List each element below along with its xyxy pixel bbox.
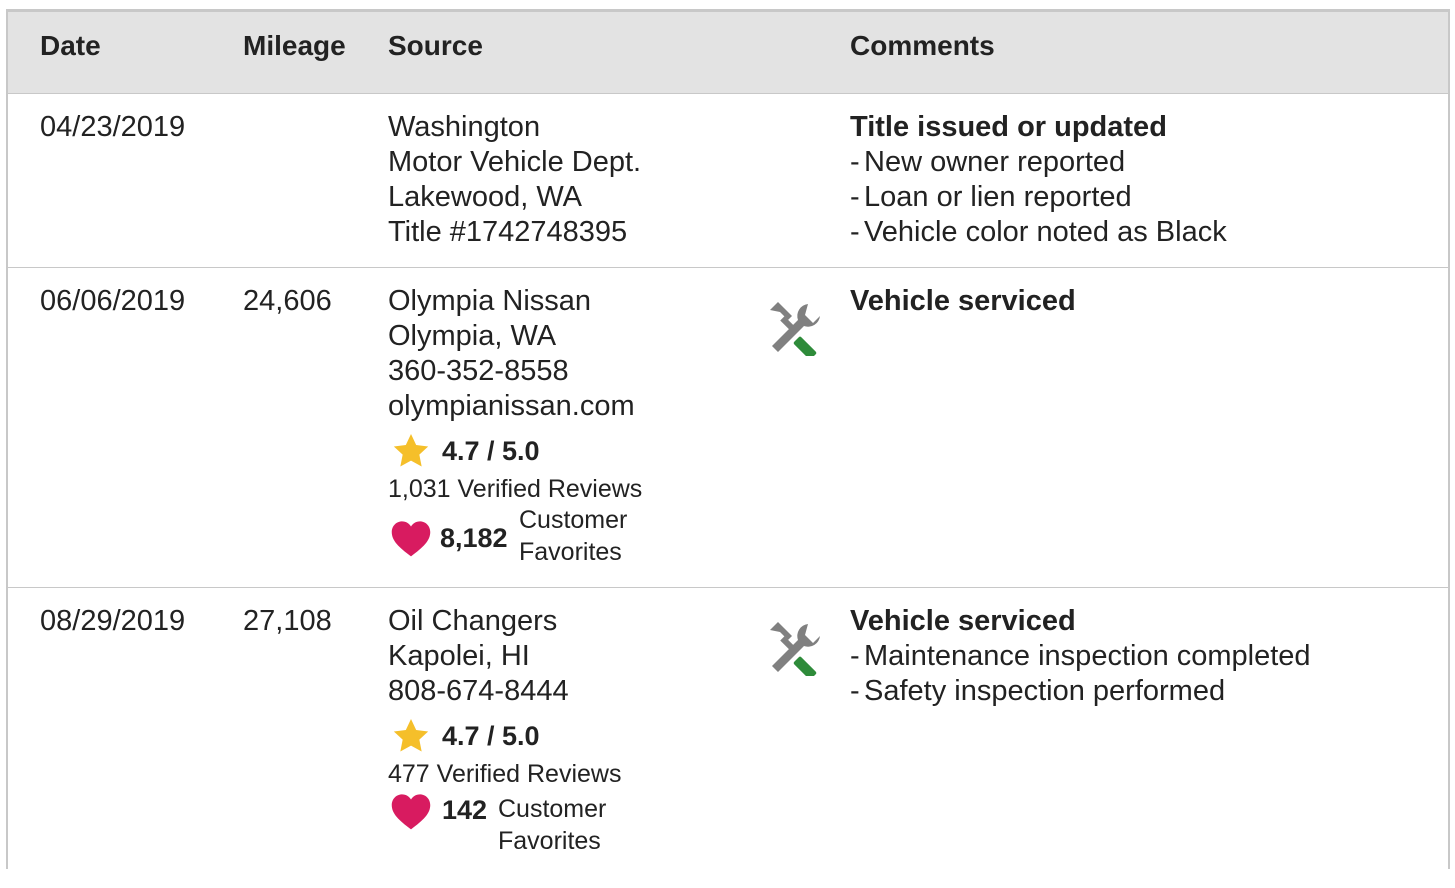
rating-value: 4.7 / 5.0 (442, 721, 540, 751)
wrench-screwdriver-icon (770, 622, 820, 676)
wrench-screwdriver-icon (770, 302, 820, 356)
record-source: Oil Changers Kapolei, HI 808-674-8444 4.… (388, 604, 621, 855)
comment-title: Vehicle serviced (850, 285, 1076, 317)
comment-title: Vehicle serviced (850, 605, 1076, 637)
source-line: Lakewood, WA (388, 181, 582, 213)
table-row: 04/23/2019 Washington Motor Vehicle Dept… (8, 94, 1448, 268)
table-row: 06/06/2019 24,606 Olympia Nissan Olympia… (8, 268, 1448, 588)
vehicle-history-table: Date Mileage Source Comments 04/23/2019 … (6, 9, 1450, 869)
rating-value: 4.7 / 5.0 (442, 436, 540, 466)
comment-item: - Vehicle color noted as Black (850, 216, 1227, 248)
table-header: Date Mileage Source Comments (8, 12, 1448, 94)
record-comments: Vehicle serviced (850, 284, 1076, 319)
comment-item: - Maintenance inspection completed (850, 640, 1311, 672)
column-header-comments: Comments (850, 30, 995, 61)
customer-favorites: 8,182 Customer Favorites (388, 504, 642, 566)
star-icon (393, 434, 429, 467)
favorites-label: Customer Favorites (498, 795, 607, 855)
source-line: Motor Vehicle Dept. (388, 146, 642, 178)
heart-icon (391, 521, 431, 557)
verified-reviews-link[interactable]: 1,031 Verified Reviews (388, 474, 642, 504)
dealer-rating: 4.7 / 5.0 (388, 430, 642, 474)
comment-title: Title issued or updated (850, 111, 1167, 143)
record-comments: Vehicle serviced - Maintenance inspection… (850, 604, 1311, 709)
phone-link[interactable]: 808-674-8444 (388, 674, 621, 709)
table-row: 08/29/2019 27,108 Oil Changers Kapolei, … (8, 588, 1448, 888)
source-line: Kapolei, HI (388, 640, 530, 672)
source-line: Washington (388, 111, 541, 143)
favorites-count: 8,182 (440, 523, 508, 553)
record-mileage: 24,606 (243, 285, 332, 317)
column-header-mileage: Mileage (243, 30, 346, 61)
comment-item: - New owner reported (850, 146, 1126, 178)
favorites-label: Favorites (519, 538, 622, 566)
dealer-rating: 4.7 / 5.0 (388, 715, 621, 759)
record-date: 04/23/2019 (40, 111, 186, 143)
verified-reviews-link[interactable]: 477 Verified Reviews (388, 759, 621, 789)
customer-favorites: 142 Customer Favorites (388, 789, 621, 855)
website-link[interactable]: olympianissan.com (388, 389, 642, 424)
favorites-count: 142 (442, 795, 488, 825)
record-comments: Title issued or updated - New owner repor… (850, 110, 1227, 250)
column-header-date: Date (40, 30, 101, 61)
heart-icon (391, 794, 431, 830)
dealer-name-link[interactable]: Oil Changers (388, 604, 621, 639)
record-date: 06/06/2019 (40, 285, 186, 317)
comment-item: - Safety inspection performed (850, 675, 1226, 707)
column-header-source: Source (388, 30, 483, 61)
phone-link[interactable]: 360-352-8558 (388, 354, 642, 389)
dealer-name-link[interactable]: Olympia Nissan (388, 284, 642, 319)
comment-item: - Loan or lien reported (850, 181, 1132, 213)
record-mileage: 27,108 (243, 605, 332, 637)
star-icon (393, 719, 429, 752)
source-line: Title #1742748395 (388, 216, 628, 248)
source-line: Olympia, WA (388, 320, 557, 352)
record-source: Washington Motor Vehicle Dept. Lakewood,… (388, 110, 641, 250)
favorites-label: Customer (519, 506, 628, 534)
record-date: 08/29/2019 (40, 605, 186, 637)
record-source: Olympia Nissan Olympia, WA 360-352-8558 … (388, 284, 642, 566)
